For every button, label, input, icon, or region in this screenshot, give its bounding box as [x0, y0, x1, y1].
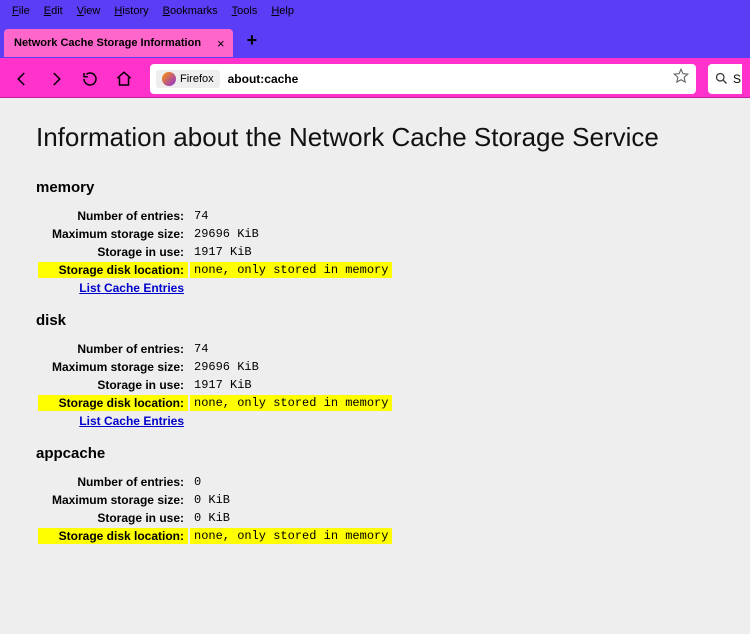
- browser-tab[interactable]: Network Cache Storage Information ×: [4, 29, 233, 57]
- close-icon[interactable]: ×: [217, 36, 225, 51]
- field-label: Storage disk location:: [38, 395, 188, 411]
- link-row: List Cache Entries: [38, 280, 392, 296]
- search-box[interactable]: S: [708, 64, 742, 94]
- search-icon: [714, 71, 729, 86]
- list-cache-entries-link[interactable]: List Cache Entries: [79, 414, 184, 428]
- section-heading-memory: memory: [36, 179, 714, 196]
- field-value: none, only stored in memory: [190, 395, 392, 411]
- menu-bar: FileEditViewHistoryBookmarksToolsHelp: [0, 0, 750, 22]
- field-label: Storage in use:: [38, 244, 188, 260]
- field-value: 74: [190, 208, 392, 224]
- menu-help[interactable]: Help: [265, 3, 300, 19]
- field-label: Number of entries:: [38, 341, 188, 357]
- bookmark-star-icon[interactable]: [672, 67, 690, 90]
- field-label: Maximum storage size:: [38, 492, 188, 508]
- field-value: 74: [190, 341, 392, 357]
- field-label: Number of entries:: [38, 474, 188, 490]
- field-row: Storage in use:1917 KiB: [38, 244, 392, 260]
- menu-view[interactable]: View: [71, 3, 107, 19]
- section-heading-disk: disk: [36, 312, 714, 329]
- menu-bookmarks[interactable]: Bookmarks: [157, 3, 224, 19]
- list-cache-entries-link[interactable]: List Cache Entries: [79, 281, 184, 295]
- section-table-disk: Number of entries:74Maximum storage size…: [36, 339, 394, 431]
- field-value: 1917 KiB: [190, 244, 392, 260]
- field-row: Maximum storage size:0 KiB: [38, 492, 392, 508]
- field-value: 29696 KiB: [190, 359, 392, 375]
- url-bar[interactable]: Firefox about:cache: [150, 64, 696, 94]
- identity-badge[interactable]: Firefox: [156, 70, 220, 88]
- field-row: Maximum storage size:29696 KiB: [38, 359, 392, 375]
- field-row: Storage disk location:none, only stored …: [38, 395, 392, 411]
- field-row: Storage disk location:none, only stored …: [38, 528, 392, 544]
- new-tab-button[interactable]: +: [247, 30, 258, 51]
- field-value: 29696 KiB: [190, 226, 392, 242]
- tab-strip: Network Cache Storage Information × +: [0, 22, 750, 60]
- field-value: 0 KiB: [190, 492, 392, 508]
- reload-button[interactable]: [76, 65, 104, 93]
- home-button[interactable]: [110, 65, 138, 93]
- field-row: Number of entries:0: [38, 474, 392, 490]
- section-heading-appcache: appcache: [36, 445, 714, 462]
- search-placeholder: S: [733, 72, 741, 86]
- field-row: Number of entries:74: [38, 341, 392, 357]
- url-text: about:cache: [228, 72, 672, 86]
- toolbar: Firefox about:cache S: [0, 60, 750, 98]
- section-table-appcache: Number of entries:0Maximum storage size:…: [36, 472, 394, 546]
- field-row: Number of entries:74: [38, 208, 392, 224]
- field-label: Storage in use:: [38, 510, 188, 526]
- menu-history[interactable]: History: [108, 3, 154, 19]
- field-label: Number of entries:: [38, 208, 188, 224]
- section-table-memory: Number of entries:74Maximum storage size…: [36, 206, 394, 298]
- field-value: 1917 KiB: [190, 377, 392, 393]
- field-label: Maximum storage size:: [38, 226, 188, 242]
- field-label: Storage disk location:: [38, 262, 188, 278]
- field-label: Storage in use:: [38, 377, 188, 393]
- page-content: Information about the Network Cache Stor…: [0, 98, 750, 634]
- page-title: Information about the Network Cache Stor…: [36, 122, 714, 153]
- field-row: Storage disk location:none, only stored …: [38, 262, 392, 278]
- field-value: none, only stored in memory: [190, 528, 392, 544]
- field-value: 0: [190, 474, 392, 490]
- tab-title: Network Cache Storage Information: [14, 37, 201, 49]
- field-label: Maximum storage size:: [38, 359, 188, 375]
- field-row: Storage in use:1917 KiB: [38, 377, 392, 393]
- link-row: List Cache Entries: [38, 413, 392, 429]
- field-value: 0 KiB: [190, 510, 392, 526]
- back-button[interactable]: [8, 65, 36, 93]
- menu-file[interactable]: File: [6, 3, 36, 19]
- identity-label: Firefox: [180, 73, 214, 85]
- field-row: Storage in use:0 KiB: [38, 510, 392, 526]
- menu-tools[interactable]: Tools: [226, 3, 264, 19]
- menu-edit[interactable]: Edit: [38, 3, 69, 19]
- forward-button[interactable]: [42, 65, 70, 93]
- firefox-icon: [162, 72, 176, 86]
- field-row: Maximum storage size:29696 KiB: [38, 226, 392, 242]
- field-value: none, only stored in memory: [190, 262, 392, 278]
- field-label: Storage disk location:: [38, 528, 188, 544]
